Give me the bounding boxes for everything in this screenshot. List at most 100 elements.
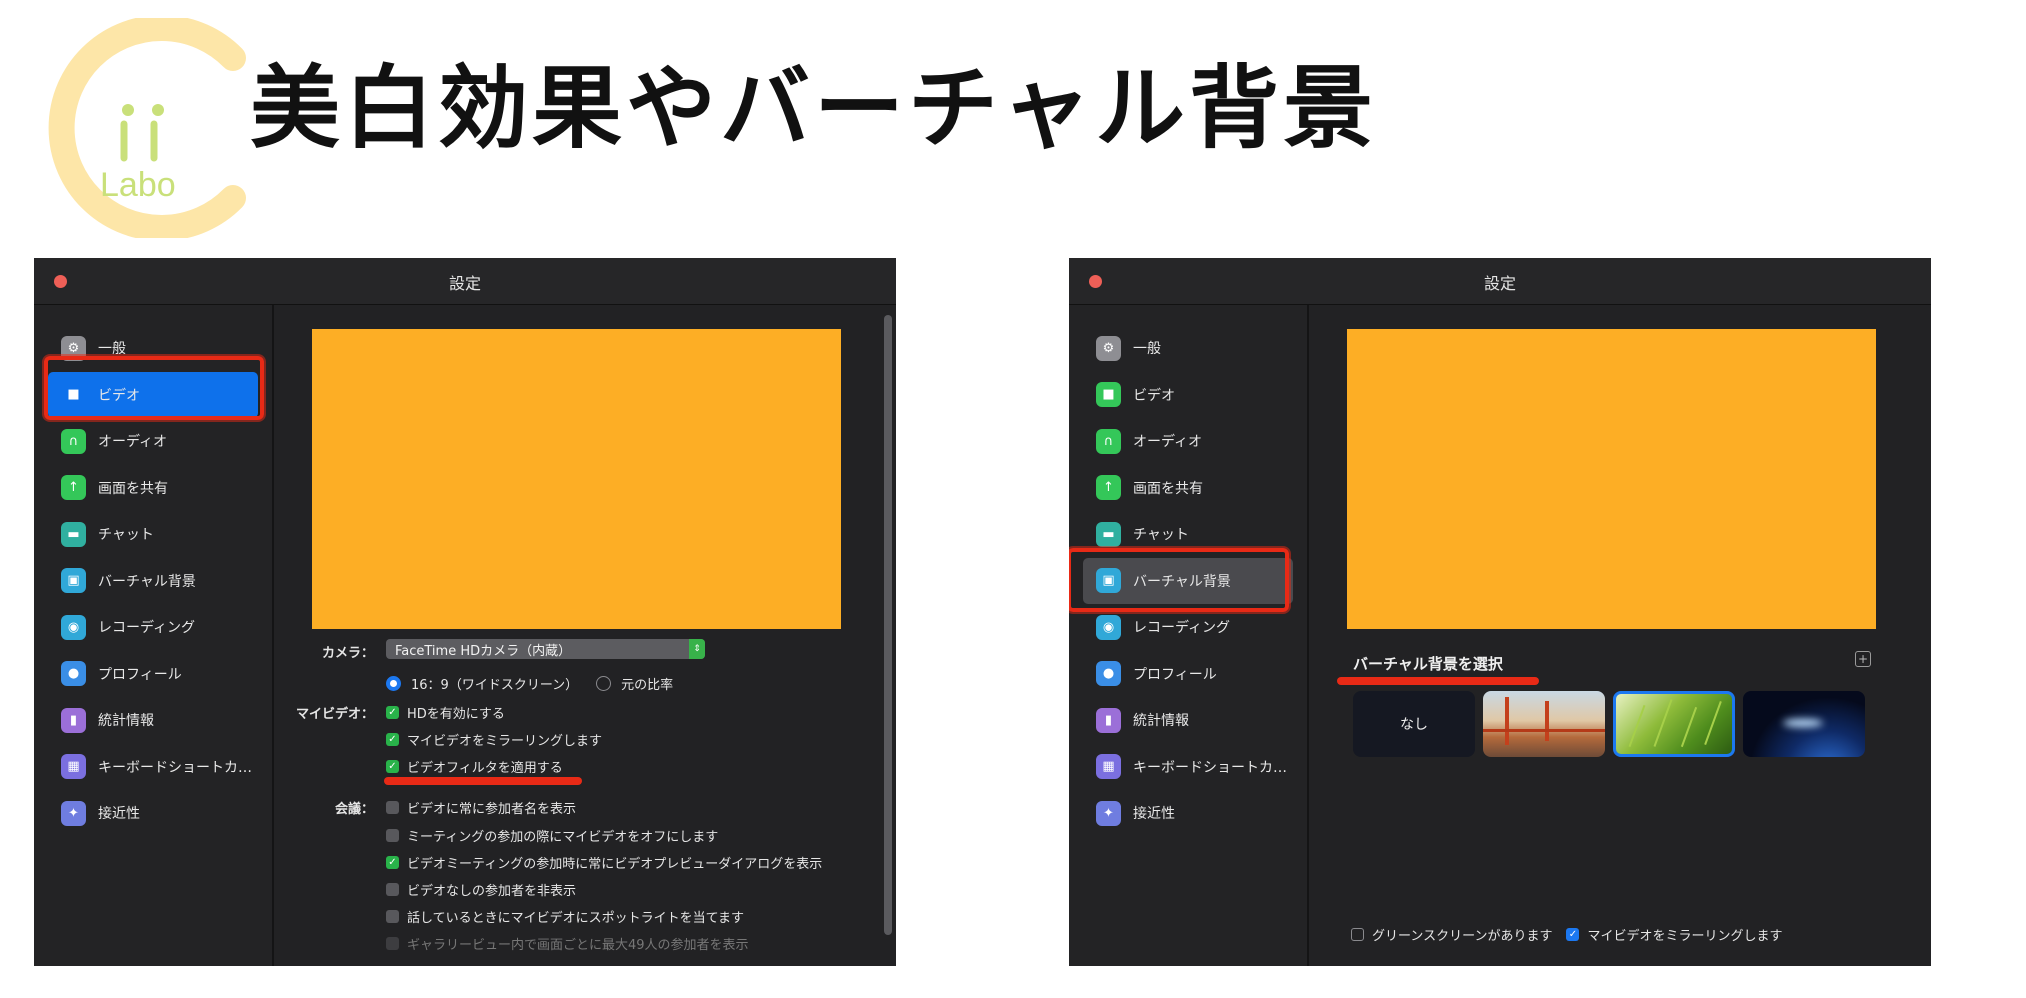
virtual-background-panel: バーチャル背景を選択 + なし グリーンスクリーンがあります ✓ マイビデオをミ… [1309,305,1931,966]
logo-text: Labo [100,166,176,204]
sidebar-item-label: 画面を共有 [98,480,168,497]
sidebar-item-label: 接近性 [98,806,140,823]
sidebar-item-label: プロフィール [1133,666,1217,683]
sidebar-item-label: ビデオ [1133,387,1175,404]
sidebar-item-10[interactable]: ✦ 接近性 [1069,790,1307,837]
sidebar-item-label: 一般 [1133,341,1161,358]
sidebar-item-label: キーボードショートカ… [1133,759,1287,776]
thumb-none-label: なし [1400,717,1428,733]
record-icon: ◉ [1096,614,1121,640]
accessibility-icon: ✦ [1096,800,1121,826]
video-camera-icon: ■ [67,387,80,403]
sidebar-item-3[interactable]: ↑ 画面を共有 [34,465,272,512]
chevron-updown-icon: ⇕ [689,639,705,659]
sidebar-item-5[interactable]: ▣ バーチャル背景 [34,558,272,605]
sidebar-item-label: レコーディング [98,620,196,637]
sidebar-item-1[interactable]: ■ ビデオ [1069,372,1307,419]
sidebar-item-label: チャット [1133,527,1189,544]
video-filter-checkbox[interactable]: ✓ [386,760,399,773]
sidebar-item-9[interactable]: ▦ キーボードショートカ… [34,744,272,791]
sidebar-item-9[interactable]: ▦ キーボードショートカ… [1069,744,1307,791]
meeting-checkbox-2[interactable] [386,829,399,842]
record-icon: ◉ [61,614,86,640]
meeting-checkbox-3[interactable]: ✓ [386,856,399,869]
sidebar-item-label: 画面を共有 [1133,480,1203,497]
sidebar-item-0[interactable]: ⚙ 一般 [34,325,272,372]
window-title: 設定 [1483,274,1516,293]
sidebar-item-label: 統計情報 [98,713,154,730]
meeting-option-3: ビデオミーティングの参加時に常にビデオプレビューダイアログを表示 [407,857,823,872]
meeting-checkbox-6[interactable] [386,937,399,950]
meeting-option-5: 話しているときにマイビデオにスポットライトを当てます [407,911,744,926]
bar-chart-icon: ▮ [1096,707,1121,733]
camera-select[interactable]: FaceTime HDカメラ（内蔵） ⇕ [386,639,705,659]
sidebar-item-label: オーディオ [98,434,168,451]
meeting-option-2: ミーティングの参加の際にマイビデオをオフにします [407,830,719,845]
bar-chart-icon: ▮ [61,707,86,733]
thumb-none[interactable]: なし [1353,691,1475,757]
meeting-checkbox-4[interactable] [386,883,399,896]
sidebar-item-3[interactable]: ↑ 画面を共有 [1069,465,1307,512]
sidebar-item-label: チャット [98,527,154,544]
sidebar-item-label: キーボードショートカ… [98,759,252,776]
sidebar-item-4[interactable]: ▬ チャット [1069,511,1307,558]
thumb-earth-space[interactable] [1743,691,1865,757]
ratio-wide-radio[interactable] [386,676,401,691]
settings-window-video: 設定 ⚙ 一般 ■ ビデオ ∩ オーディオ ↑ 画面を共有 ▬ チャット ▣ バーチャル背景 ◉ レコーデ… [34,258,896,966]
meeting-label: 会議： [334,802,374,817]
meeting-option-4: ビデオなしの参加者を非表示 [407,884,577,899]
chat-bubble-icon: ▬ [1096,521,1121,547]
sidebar-item-7[interactable]: ● プロフィール [1069,651,1307,698]
thumb-grass[interactable] [1613,691,1735,757]
highlight-underline [384,777,582,785]
camera-preview [312,329,841,629]
headphones-icon: ∩ [61,428,86,454]
meeting-checkbox-5[interactable] [386,910,399,923]
green-screen-checkbox[interactable] [1351,928,1364,941]
hd-checkbox[interactable]: ✓ [386,706,399,719]
sidebar-item-2[interactable]: ∩ オーディオ [34,418,272,465]
titlebar: 設定 [1069,258,1931,305]
add-background-icon[interactable]: + [1855,651,1871,667]
sidebar-item-8[interactable]: ▮ 統計情報 [1069,697,1307,744]
sidebar-item-6[interactable]: ◉ レコーディング [34,604,272,651]
share-screen-icon: ↑ [61,475,86,501]
green-screen-label: グリーンスクリーンがあります [1372,929,1553,944]
sidebar-item-4[interactable]: ▬ チャット [34,511,272,558]
sidebar-item-label: 接近性 [1133,806,1175,823]
mirror-checkbox[interactable]: ✓ [386,733,399,746]
sidebar-item-label: ビデオ [98,387,140,404]
video-settings-panel: カメラ： FaceTime HDカメラ（内蔵） ⇕ 16：9（ワイドスクリーン）… [274,305,896,966]
sidebar-item-label: 一般 [98,341,126,358]
sidebar-item-6[interactable]: ◉ レコーディング [1069,604,1307,651]
mirror-checkbox[interactable]: ✓ [1566,928,1580,941]
sidebar-item-10[interactable]: ✦ 接近性 [34,790,272,837]
sidebar-item-0[interactable]: ⚙ 一般 [1069,325,1307,372]
person-icon: ● [1096,661,1121,687]
chii-labo-logo: Labo [48,18,246,238]
sidebar-item-1[interactable]: ■ ビデオ [48,371,258,418]
sidebar-item-label: バーチャル背景 [98,573,196,590]
gear-icon: ⚙ [61,335,86,361]
settings-window-virtual-background: 設定 ⚙ 一般 ■ ビデオ ∩ オーディオ ↑ 画面を共有 ▬ チャット ▣ バーチャル背景 ◉ レコーデ… [1069,258,1931,966]
meeting-option-6: ギャラリービュー内で画面ごとに最大49人の参加者を表示 [407,938,749,953]
sidebar-item-8[interactable]: ▮ 統計情報 [34,697,272,744]
sidebar-item-label: 統計情報 [1133,713,1189,730]
ratio-original-radio[interactable] [596,676,612,691]
sidebar-item-7[interactable]: ● プロフィール [34,651,272,698]
scrollbar[interactable] [884,315,892,935]
video-camera-icon: ■ [1096,382,1121,408]
ratio-original-label: 元の比率 [621,678,674,693]
share-screen-icon: ↑ [1096,475,1121,501]
highlight-underline [1337,677,1539,685]
gear-icon: ⚙ [1096,335,1121,361]
camera-label: カメラ： [321,646,374,661]
thumb-golden-gate[interactable] [1483,691,1605,757]
sidebar-item-2[interactable]: ∩ オーディオ [1069,418,1307,465]
headphones-icon: ∩ [1096,428,1121,454]
sidebar-item-5[interactable]: ▣ バーチャル背景 [1083,557,1293,604]
virtual-background-title: バーチャル背景を選択 [1353,655,1503,673]
ratio-wide-label: 16：9（ワイドスクリーン） [411,678,579,693]
settings-sidebar: ⚙ 一般 ■ ビデオ ∩ オーディオ ↑ 画面を共有 ▬ チャット ▣ バーチャル背景 ◉ レコーディング… [1069,305,1309,966]
meeting-checkbox-1[interactable] [386,801,399,814]
